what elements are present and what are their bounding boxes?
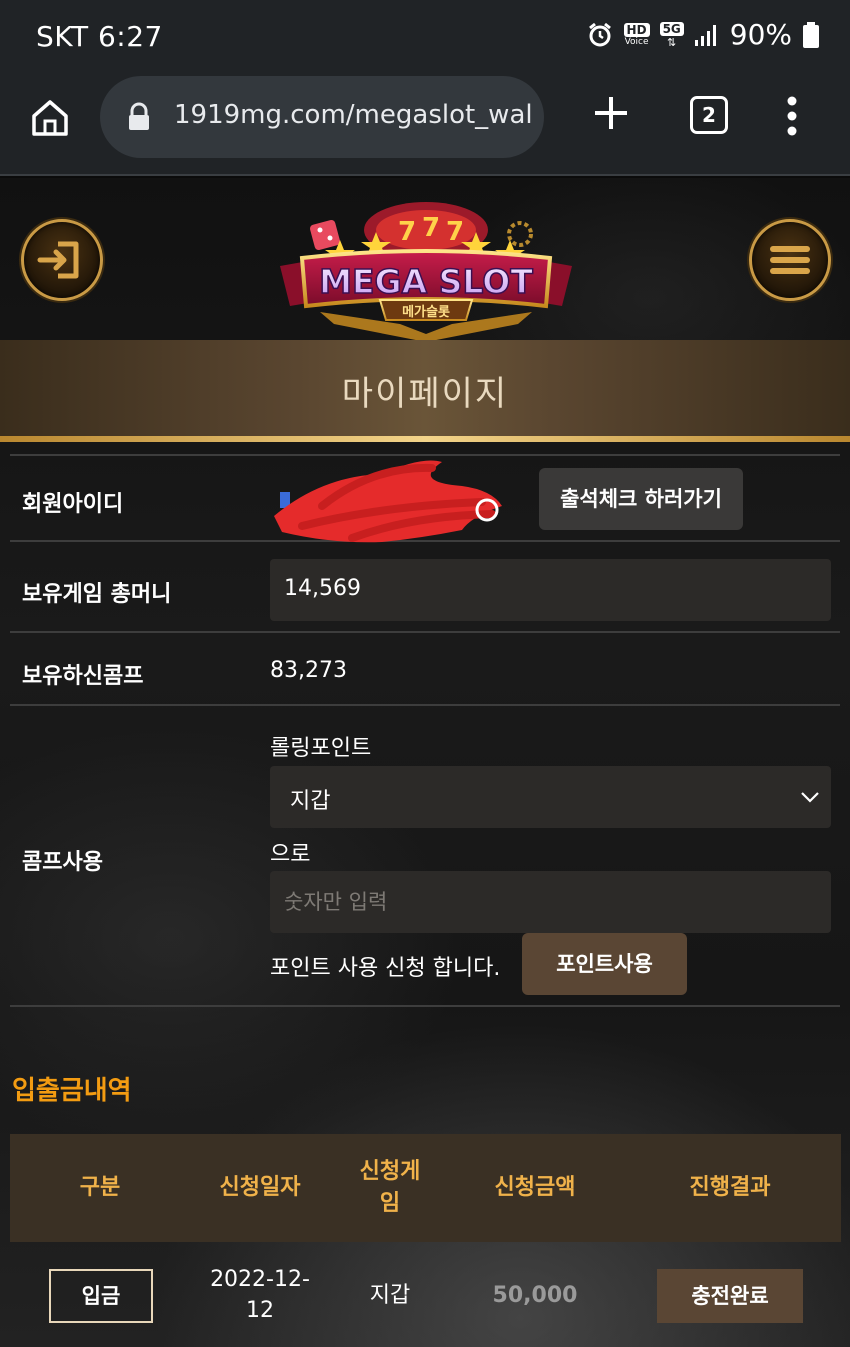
url-text[interactable]: 1919mg.com/megaslot_walle xyxy=(174,100,534,130)
login-icon xyxy=(37,241,79,279)
title-underline xyxy=(0,436,850,442)
hd-label: HD xyxy=(623,22,650,37)
row-divider xyxy=(10,704,840,706)
menu-icon xyxy=(770,246,810,274)
request-date: 2022-12- 12 xyxy=(210,1267,310,1323)
browser-toolbar: 1919mg.com/megaslot_walle 2 xyxy=(0,76,850,176)
money-value-box: 14,569 xyxy=(270,559,831,621)
history-table-header: 구분 신청일자 신청게 임 신청금액 진행결과 xyxy=(10,1134,841,1242)
money-label: 보유게임 총머니 xyxy=(22,582,172,607)
svg-text:7: 7 xyxy=(398,217,416,247)
svg-text:7: 7 xyxy=(446,217,464,247)
network-badge: 5G ⇅ xyxy=(659,21,684,48)
comp-use-label: 콤프사용 xyxy=(22,850,103,875)
column-header: 진행결과 xyxy=(689,1175,771,1201)
mega-slot-logo[interactable]: 7 7 7 MEGA SLOT 메가슬롯 xyxy=(280,192,572,342)
comp-label: 보유하신콤프 xyxy=(22,664,144,689)
chevron-down-icon xyxy=(801,792,819,803)
member-id-label: 회원아이디 xyxy=(22,492,124,517)
battery-percent: 90% xyxy=(729,18,792,51)
network-label: 5G xyxy=(659,21,684,36)
money-value: 14,569 xyxy=(284,576,361,601)
page-content: 7 7 7 MEGA SLOT 메가슬롯 마이페이지 회원아이디 출석체크 하러… xyxy=(0,178,850,1347)
rolling-point-label: 롤링포인트 xyxy=(270,736,372,761)
carrier-time: SKT 6:27 xyxy=(36,20,163,53)
status-icons: HD Voice 5G ⇅ 90% xyxy=(586,18,820,51)
redaction-scribble xyxy=(274,460,502,543)
alarm-icon xyxy=(586,21,614,49)
point-amount-input[interactable] xyxy=(270,871,831,933)
lock-icon xyxy=(126,102,152,132)
comp-value: 83,273 xyxy=(270,658,347,683)
more-icon[interactable] xyxy=(782,94,802,138)
point-amount-field[interactable] xyxy=(270,871,831,933)
wallet-select[interactable]: 지갑 xyxy=(270,766,831,828)
page-title-band: 마이페이지 xyxy=(0,340,850,438)
hd-voice-badge: HD Voice xyxy=(623,22,650,47)
menu-button[interactable] xyxy=(749,219,831,301)
signal-icon xyxy=(694,23,720,47)
use-point-button[interactable]: 포인트사용 xyxy=(522,933,687,995)
url-bar[interactable]: 1919mg.com/megaslot_walle xyxy=(100,76,544,158)
plus-icon[interactable] xyxy=(590,92,632,134)
tab-count-button[interactable]: 2 xyxy=(690,96,728,134)
wallet-select-value: 지갑 xyxy=(290,789,331,814)
request-game: 지갑 xyxy=(369,1282,411,1308)
status-badge: 충전완료 xyxy=(657,1269,803,1323)
row-divider xyxy=(10,631,840,633)
logo-title: MEGA SLOT xyxy=(319,262,533,301)
history-title: 입출금내역 xyxy=(12,1076,132,1106)
request-text: 포인트 사용 신청 합니다. xyxy=(270,956,501,981)
type-badge: 입금 xyxy=(49,1269,153,1323)
voice-label: Voice xyxy=(624,36,649,47)
battery-icon xyxy=(802,21,820,49)
column-header: 구분 xyxy=(79,1175,121,1201)
page-title: 마이페이지 xyxy=(341,374,509,414)
login-button[interactable] xyxy=(21,219,103,301)
logo-subtitle: 메가슬롯 xyxy=(402,305,450,320)
svg-text:7: 7 xyxy=(422,213,440,243)
column-header: 신청금액 xyxy=(494,1175,576,1201)
row-divider xyxy=(10,1005,840,1007)
home-icon[interactable] xyxy=(28,96,72,140)
to-label: 으로 xyxy=(270,842,311,867)
attendance-button[interactable]: 출석체크 하러가기 xyxy=(539,468,743,530)
site-header: 7 7 7 MEGA SLOT 메가슬롯 xyxy=(0,178,850,342)
column-header: 신청게 임 xyxy=(359,1159,421,1216)
column-header: 신청일자 xyxy=(219,1175,301,1201)
status-bar: SKT 6:27 HD Voice 5G ⇅ 90% xyxy=(0,0,850,76)
request-amount: 50,000 xyxy=(492,1282,578,1308)
